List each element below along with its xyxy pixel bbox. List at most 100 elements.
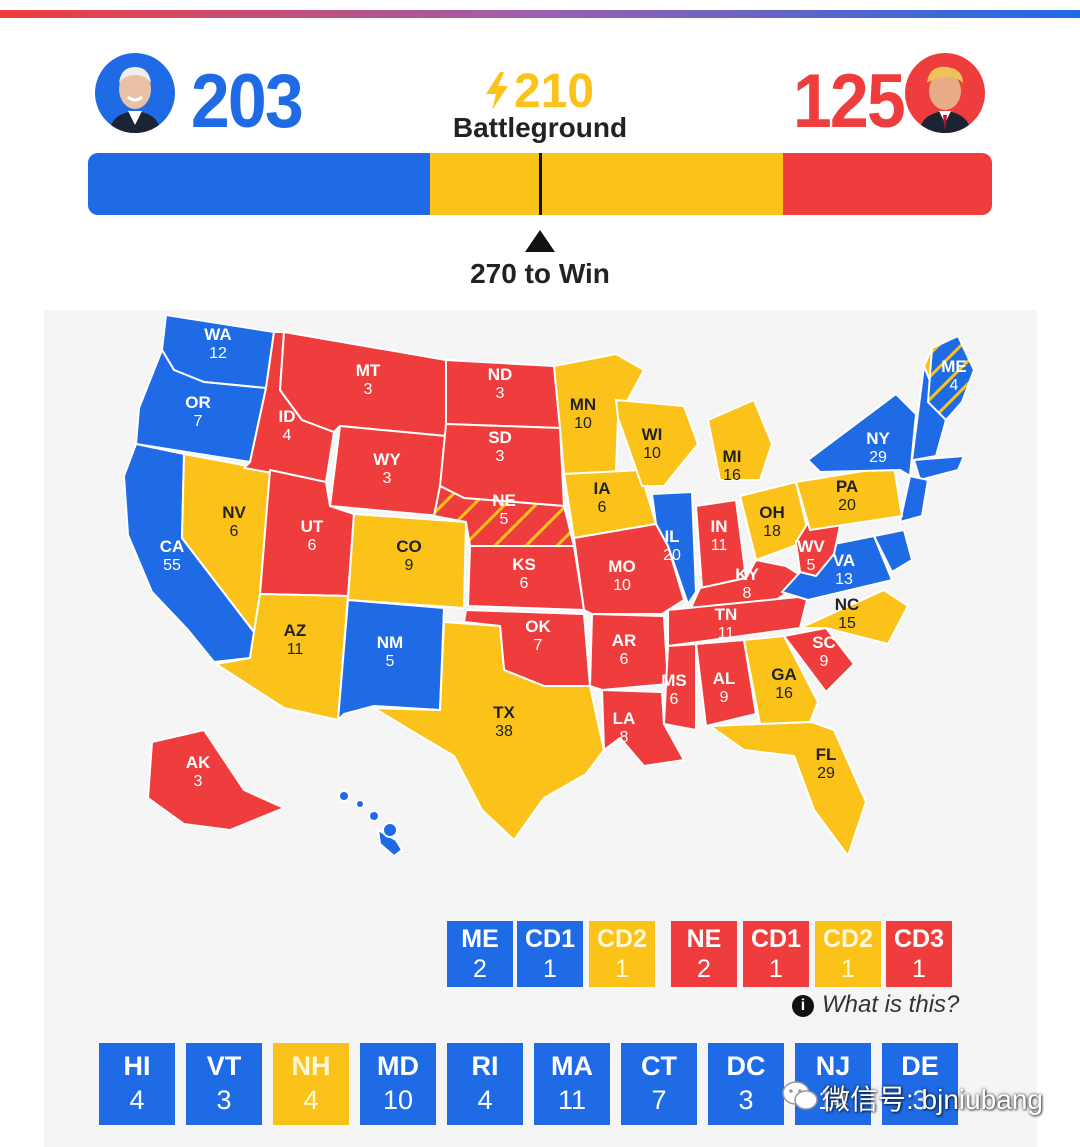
rep-bar-segment: [783, 153, 992, 215]
state-fl[interactable]: [709, 721, 867, 857]
small-state-votes: 7: [651, 1085, 667, 1115]
split-district-box[interactable]: CD2 1: [815, 921, 881, 987]
state-label-oh: OH: [759, 503, 785, 522]
state-votes-ia: 6: [598, 499, 607, 516]
split-district-votes: 2: [697, 955, 711, 983]
hawaii-island-shape: [355, 799, 365, 809]
lightning-icon: [486, 72, 508, 110]
state-votes-la: 8: [620, 729, 629, 746]
what-is-this-text: What is this?: [822, 991, 960, 1018]
battleground-votes: 210: [514, 65, 595, 118]
small-state-box-md[interactable]: MD 10: [360, 1043, 436, 1125]
small-state-votes: 4: [129, 1085, 145, 1115]
small-state-box-vt[interactable]: VT 3: [186, 1043, 262, 1125]
split-district-box[interactable]: CD3 1: [886, 921, 952, 987]
battleground-label: Battleground: [452, 112, 628, 143]
state-votes-nc: 15: [838, 615, 856, 632]
state-label-sc: SC: [812, 633, 836, 652]
state-votes-fl: 29: [817, 765, 835, 782]
state-votes-sd: 3: [496, 448, 505, 465]
state-label-in: IN: [711, 517, 728, 536]
split-district-label: ME: [461, 925, 499, 953]
state-votes-ga: 16: [775, 685, 793, 702]
state-label-ky: KY: [735, 565, 759, 584]
small-state-box-ma[interactable]: MA 11: [534, 1043, 610, 1125]
state-votes-id: 4: [283, 427, 292, 444]
state-label-al: AL: [713, 669, 736, 688]
state-label-mt: MT: [356, 361, 381, 380]
state-ny[interactable]: [807, 393, 917, 477]
state-label-nm: NM: [377, 633, 403, 652]
state-votes-wv: 5: [807, 557, 816, 574]
state-label-or: OR: [185, 393, 211, 412]
northeast-state-shape: [913, 455, 965, 481]
state-label-tn: TN: [715, 605, 738, 624]
state-label-tx: TX: [493, 703, 515, 722]
state-votes-ks: 6: [520, 575, 529, 592]
state-label-mn: MN: [570, 395, 596, 414]
win-threshold-line: [539, 153, 542, 215]
small-state-box-hi[interactable]: HI 4: [99, 1043, 175, 1125]
state-votes-az: 11: [287, 641, 304, 658]
small-state-label: VT: [206, 1051, 242, 1081]
small-state-votes: 4: [477, 1085, 493, 1115]
split-district-label: CD3: [893, 925, 944, 953]
state-votes-tn: 11: [718, 625, 735, 642]
state-label-nv: NV: [222, 503, 246, 522]
split-district-box[interactable]: NE 2: [671, 921, 737, 987]
state-label-wv: WV: [797, 537, 825, 556]
dem-bar-segment: [88, 153, 430, 215]
state-votes-va: 13: [835, 571, 853, 588]
state-label-la: LA: [613, 709, 636, 728]
small-state-label: HI: [123, 1051, 151, 1081]
split-district-votes: 2: [473, 955, 487, 983]
state-label-mi: MI: [723, 447, 742, 466]
state-label-ar: AR: [612, 631, 637, 650]
state-votes-oh: 18: [763, 523, 781, 540]
small-state-votes: 11: [557, 1085, 587, 1115]
split-district-box[interactable]: ME 2: [447, 921, 513, 987]
split-district-votes: 1: [912, 955, 926, 983]
state-label-me: ME: [941, 357, 967, 376]
state-votes-sc: 9: [820, 653, 829, 670]
state-ak[interactable]: [147, 729, 285, 831]
state-label-ut: UT: [301, 517, 324, 536]
state-votes-wa: 12: [209, 345, 227, 362]
state-votes-ms: 6: [670, 691, 679, 708]
hawaii-island-shape: [338, 790, 350, 802]
small-state-votes: 3: [738, 1085, 754, 1115]
state-votes-wy: 3: [383, 470, 392, 487]
split-district-votes: 1: [543, 955, 557, 983]
split-district-box[interactable]: CD1 1: [743, 921, 809, 987]
state-votes-ne: 5: [500, 511, 509, 528]
state-label-ca: CA: [160, 537, 185, 556]
split-district-box[interactable]: CD1 1: [517, 921, 583, 987]
state-label-wi: WI: [642, 425, 663, 444]
rep-electoral-votes: 125: [792, 59, 906, 144]
state-votes-me: 4: [950, 377, 959, 394]
hawaii-island-shape: [382, 822, 398, 838]
split-district-box[interactable]: CD2 1: [589, 921, 655, 987]
battleground-bar-segment: [430, 153, 783, 215]
state-votes-il: 20: [663, 547, 681, 564]
state-label-ak: AK: [186, 753, 211, 772]
state-label-fl: FL: [816, 745, 837, 764]
state-votes-ky: 8: [743, 585, 752, 602]
state-label-az: AZ: [284, 621, 307, 640]
small-state-votes: 10: [382, 1085, 414, 1115]
state-votes-al: 9: [720, 689, 729, 706]
small-state-label: RI: [471, 1051, 499, 1081]
state-label-ne: NE: [492, 491, 516, 510]
rep-candidate-avatar: [905, 53, 985, 133]
small-state-box-dc[interactable]: DC 3: [708, 1043, 784, 1125]
small-state-box-ct[interactable]: CT 7: [621, 1043, 697, 1125]
split-district-votes: 1: [769, 955, 783, 983]
what-is-this-link[interactable]: i What is this?: [792, 991, 959, 1019]
small-state-box-ri[interactable]: RI 4: [447, 1043, 523, 1125]
state-votes-in: 11: [711, 537, 728, 554]
win-threshold-arrow-icon: [525, 230, 555, 252]
small-state-box-nh[interactable]: NH 4: [273, 1043, 349, 1125]
state-ar[interactable]: [589, 613, 669, 691]
us-electoral-map: WA12OR7CA55NV6ID4MT3WY3UT6AZ11CO9NM5ND3S…: [123, 314, 975, 857]
state-label-ks: KS: [512, 555, 536, 574]
